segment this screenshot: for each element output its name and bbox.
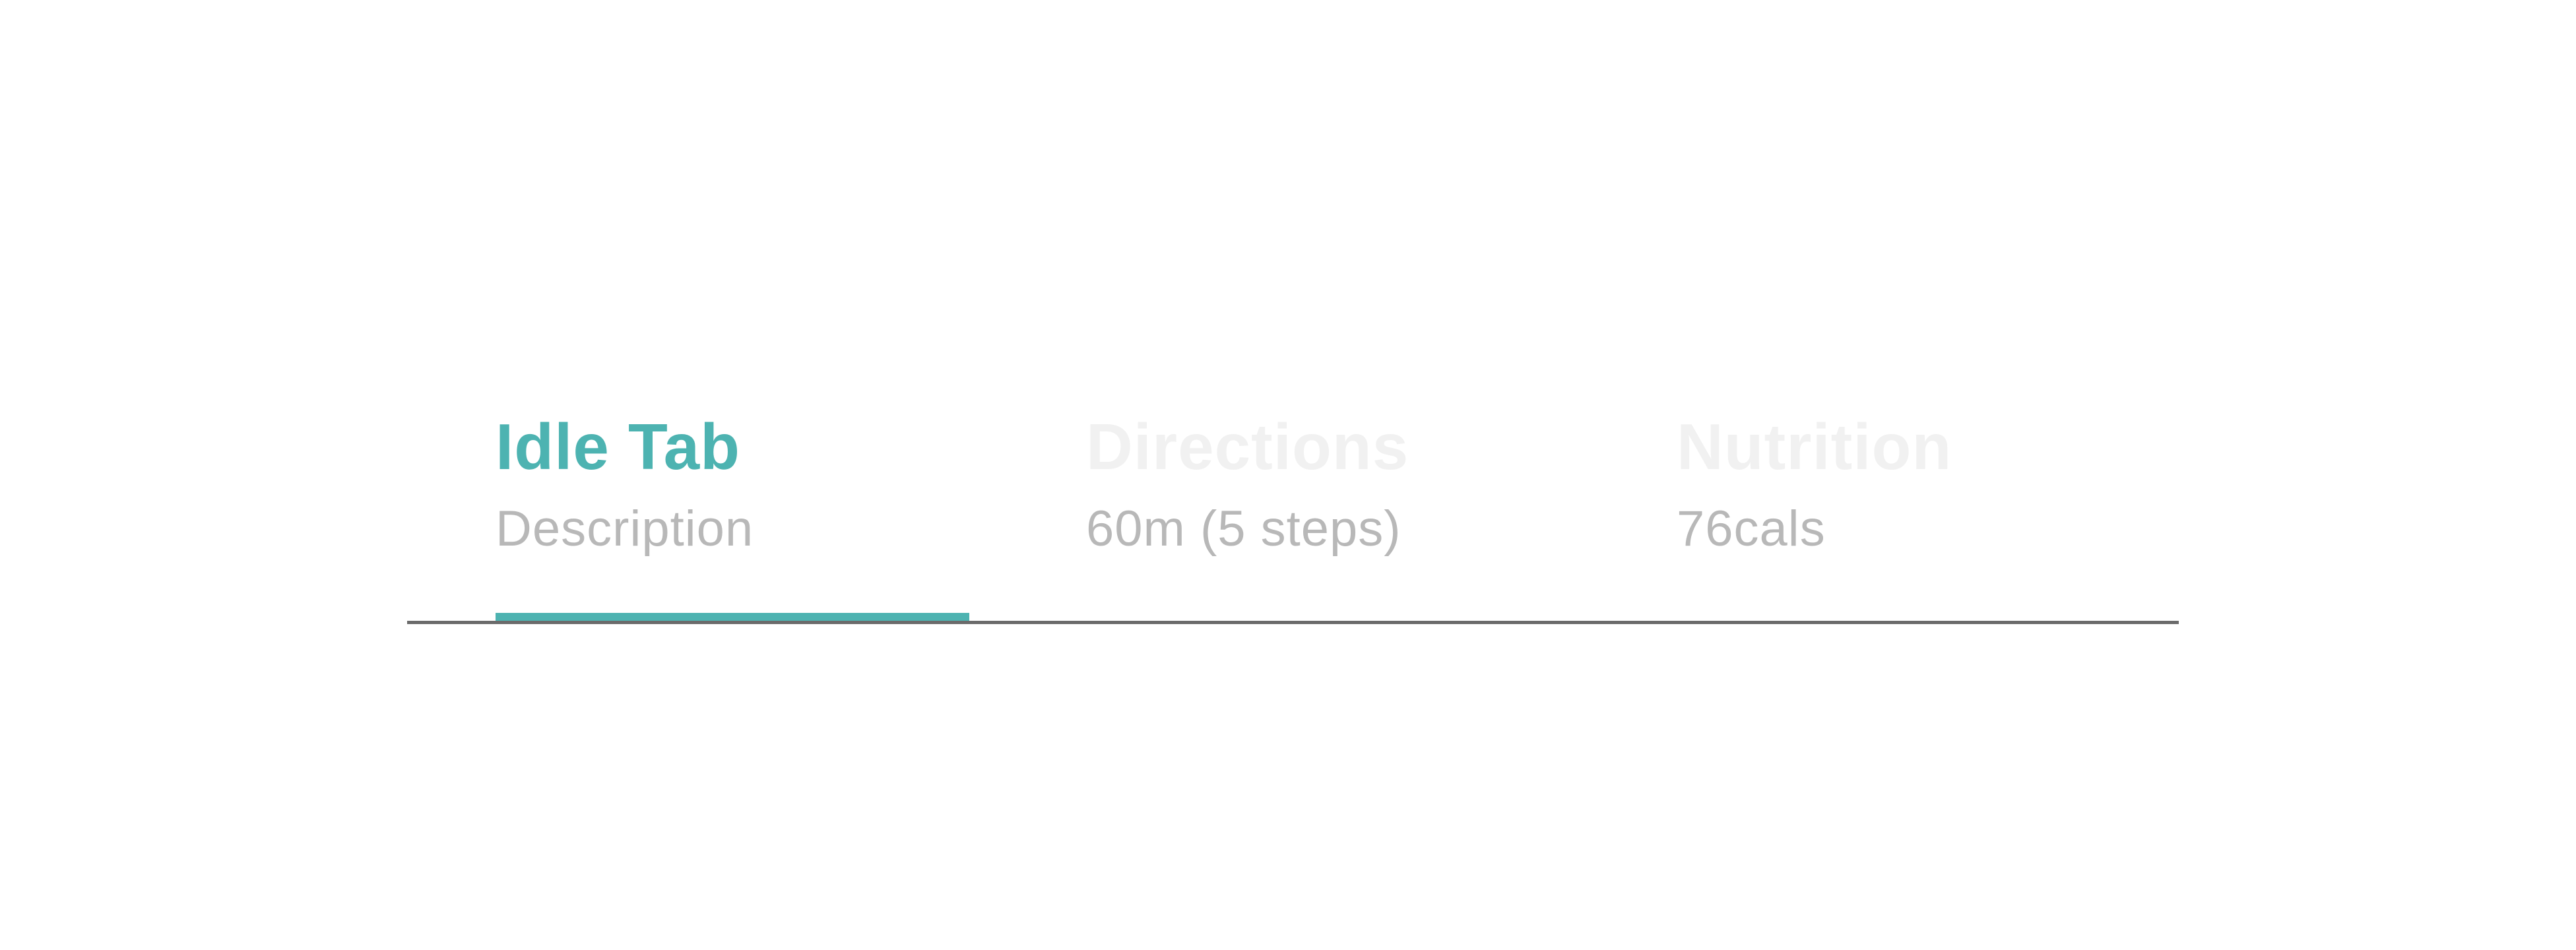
tab-nutrition[interactable]: Nutrition 76cals [1677, 396, 2152, 620]
tab-title: Idle Tab [496, 410, 741, 483]
tab-subtitle: Description [496, 501, 754, 557]
tab-title: Directions [1086, 410, 1409, 483]
tab-directions[interactable]: Directions 60m (5 steps) [1086, 396, 1561, 620]
tab-idle[interactable]: Idle Tab Description [496, 396, 971, 620]
tab-subtitle: 60m (5 steps) [1086, 501, 1401, 557]
recipe-tab-bar: Idle Tab Description Directions 60m (5 s… [407, 396, 2179, 625]
tab-bar-divider [407, 621, 2179, 624]
tab-subtitle: 76cals [1677, 501, 1826, 557]
tab-title: Nutrition [1677, 410, 1952, 483]
active-tab-indicator [496, 613, 969, 621]
